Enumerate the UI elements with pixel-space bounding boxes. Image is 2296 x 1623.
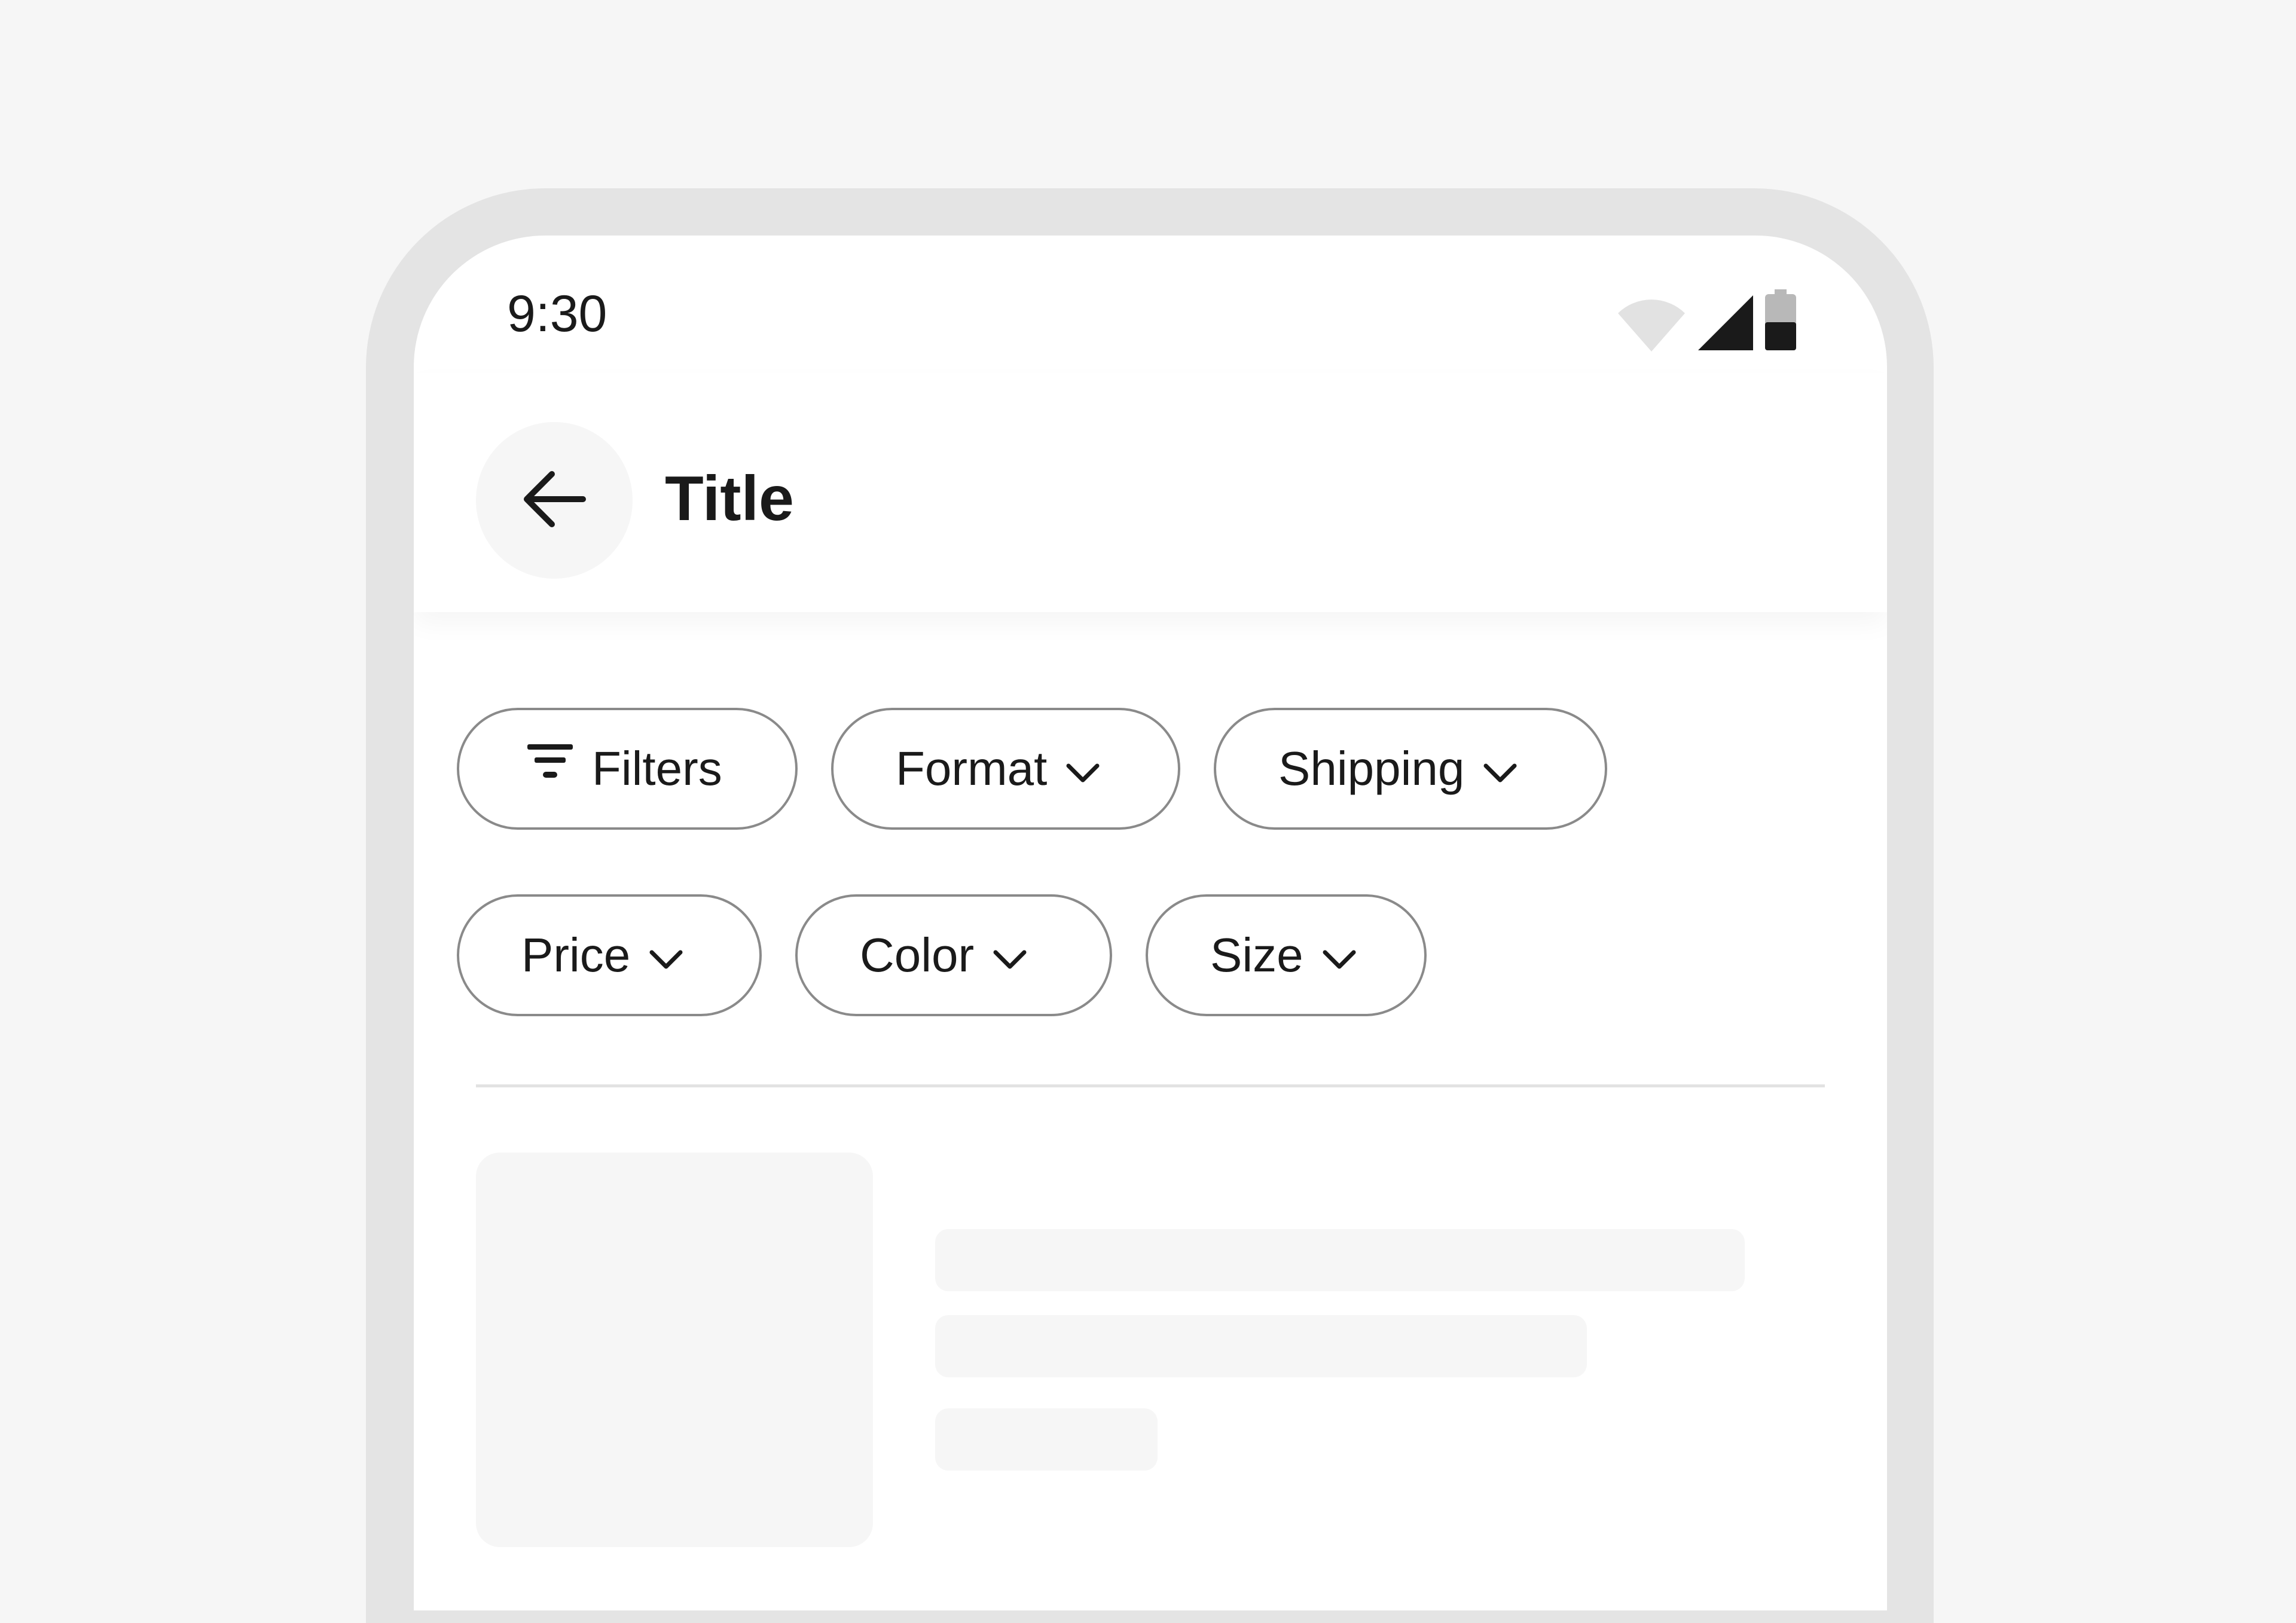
battery-icon [1764,289,1797,354]
filters-chip[interactable]: Filters [457,708,798,830]
page-title: Title [665,463,794,534]
status-time: 9:30 [507,285,607,343]
back-button[interactable] [476,422,633,579]
cellular-signal-icon [1697,294,1754,354]
color-chip[interactable]: Color [795,894,1112,1016]
skeleton-image-placeholder [476,1153,873,1547]
chevron-down-icon [648,928,684,983]
skeleton-text-line-2 [935,1315,1587,1377]
device-screen: 9:30 Title Filters Format Shipping Price… [414,236,1887,1610]
chip-label: Size [1210,928,1303,982]
chip-label: Filters [592,742,722,795]
skeleton-text-line-1 [935,1229,1745,1291]
price-chip[interactable]: Price [457,894,762,1016]
top-app-bar: Title [414,373,1887,612]
divider [476,1084,1825,1087]
chip-row-1: Filters Format Shipping [457,708,1832,830]
filter-icon [526,739,574,799]
chevron-down-icon [1482,741,1518,796]
chevron-down-icon [992,928,1028,983]
filter-chips: Filters Format Shipping Price Color Size [457,708,1832,1081]
status-icons [1616,289,1797,354]
size-chip[interactable]: Size [1146,894,1427,1016]
wifi-icon [1616,292,1687,354]
chip-label: Price [521,928,631,982]
skeleton-text-line-3 [935,1408,1158,1471]
chevron-down-icon [1321,928,1357,983]
chip-label: Color [860,928,975,982]
arrow-left-icon [518,463,590,538]
chevron-down-icon [1065,741,1101,796]
format-chip[interactable]: Format [831,708,1180,830]
chip-row-2: Price Color Size [457,894,1832,1016]
shipping-chip[interactable]: Shipping [1214,708,1607,830]
chip-label: Shipping [1278,742,1465,795]
chip-label: Format [896,742,1048,795]
